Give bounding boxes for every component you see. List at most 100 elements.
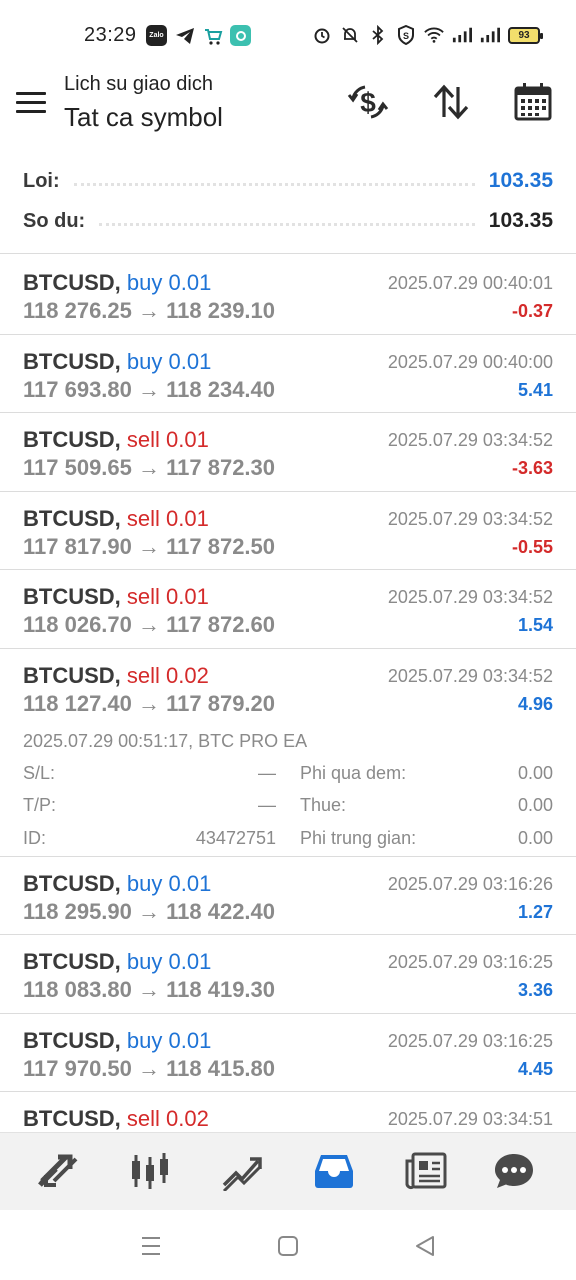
deal-time: 2025.07.29 03:34:52 xyxy=(387,665,553,686)
status-bar: 23:29 Zalo S 93 xyxy=(0,0,576,72)
deal-list: BTCUSD, buy 0.01 2025.07.29 00:40:01 118… xyxy=(0,256,576,1132)
bluetooth-icon xyxy=(368,24,388,46)
symbol-text: BTCUSD, xyxy=(23,270,121,295)
calendar-button[interactable] xyxy=(511,80,555,124)
nav-messages[interactable] xyxy=(490,1149,538,1193)
deal-row[interactable]: BTCUSD, buy 0.01 2025.07.29 03:16:26 118… xyxy=(0,857,576,935)
deal-time: 2025.07.29 03:34:52 xyxy=(387,587,553,607)
telegram-icon xyxy=(174,25,195,46)
balance-row: So du: 103.35 xyxy=(23,206,553,236)
symbol-text: BTCUSD, xyxy=(23,1027,121,1053)
menu-icon-bar xyxy=(16,101,46,104)
deal-direction: sell 0.01 xyxy=(126,584,209,609)
symbol-text: BTCUSD, xyxy=(23,870,121,896)
symbol-text: BTCUSD, xyxy=(23,949,121,974)
deal-row[interactable]: BTCUSD, buy 0.01 2025.07.29 03:16:25 118… xyxy=(0,935,576,1014)
deal-prices: 118 083.80 → 118 419.30 xyxy=(23,977,276,1002)
deal-symbol: BTCUSD, buy 0.01 xyxy=(23,270,211,296)
commission-label: Phi trung gian: xyxy=(300,827,417,848)
svg-text:$: $ xyxy=(360,87,376,118)
deal-symbol: BTCUSD, sell 0.01 xyxy=(23,584,209,610)
balance-label: So du: xyxy=(23,209,86,232)
back-icon xyxy=(416,1236,434,1256)
home-button[interactable] xyxy=(273,1232,303,1260)
recents-button[interactable] xyxy=(136,1232,166,1260)
nav-trade[interactable] xyxy=(218,1149,266,1193)
symbol-selector[interactable]: Tat ca symbol xyxy=(64,102,223,133)
deal-profit: 5.41 xyxy=(517,379,553,400)
menu-icon-bar xyxy=(16,92,46,95)
deal-direction: sell 0.01 xyxy=(126,505,209,531)
deal-symbol: BTCUSD, sell 0.02 xyxy=(23,1106,209,1132)
deal-prices: 117 509.65 → 117 872.30 xyxy=(23,455,276,480)
deal-profit: 4.96 xyxy=(517,693,553,714)
deal-time: 2025.07.29 03:16:25 xyxy=(387,952,553,972)
deal-row[interactable]: BTCUSD, sell 0.01 2025.07.29 03:34:52 11… xyxy=(0,492,576,570)
id-label: ID: xyxy=(23,827,47,848)
status-system-icons: S 93 xyxy=(312,24,543,46)
tax-value: 0.00 xyxy=(517,795,553,815)
deal-time: 2025.07.29 03:16:26 xyxy=(387,873,553,894)
news-icon xyxy=(405,1152,447,1190)
nav-news[interactable] xyxy=(402,1149,450,1193)
deal-row[interactable]: BTCUSD, buy 0.01 2025.07.29 03:16:25 117… xyxy=(0,1014,576,1092)
deal-direction: sell 0.01 xyxy=(126,427,209,452)
vpn-shield-icon: S xyxy=(396,24,416,46)
deal-profit: -3.63 xyxy=(511,458,553,478)
sort-button[interactable] xyxy=(429,80,473,124)
deal-open-info: 2025.07.29 00:51:17, BTC PRO EA xyxy=(23,730,308,751)
deal-row[interactable]: BTCUSD, buy 0.01 2025.07.29 00:40:00 117… xyxy=(0,335,576,413)
deal-direction: buy 0.01 xyxy=(126,348,212,374)
currency-exchange-button[interactable]: $ xyxy=(346,80,390,124)
wifi-icon xyxy=(424,24,444,46)
nav-quotes[interactable] xyxy=(34,1149,82,1193)
nav-history[interactable] xyxy=(310,1149,358,1193)
currency-exchange-icon: $ xyxy=(347,85,389,119)
deal-time: 2025.07.29 03:34:52 xyxy=(387,508,553,529)
signal-icon xyxy=(452,24,472,46)
alarm-icon xyxy=(312,24,332,46)
menu-button[interactable] xyxy=(16,92,48,120)
account-summary: Loi: 103.35 So du: 103.35 xyxy=(0,160,576,254)
deal-symbol: BTCUSD, sell 0.01 xyxy=(23,506,209,532)
deal-direction: buy 0.01 xyxy=(126,949,212,974)
deal-direction: sell 0.02 xyxy=(126,662,209,688)
deal-time: 2025.07.29 03:16:25 xyxy=(387,1030,553,1051)
symbol-text: BTCUSD, xyxy=(23,584,121,609)
status-time: 23:29 xyxy=(84,24,137,46)
home-icon xyxy=(278,1236,298,1256)
deal-symbol: BTCUSD, buy 0.01 xyxy=(23,1028,211,1054)
deal-detail-grid: S/L: — Phi qua dem: 0.00 T/P: — Thue: 0.… xyxy=(23,763,553,861)
menu-icon-bar xyxy=(16,110,46,113)
page-subtitle: Lich su giao dich xyxy=(64,73,213,95)
deal-prices: 118 026.70 → 117 872.60 xyxy=(23,612,276,637)
deal-row[interactable]: BTCUSD, sell 0.01 2025.07.29 03:34:52 11… xyxy=(0,413,576,492)
deal-prices: 117 693.80 → 118 234.40 xyxy=(23,376,276,402)
deal-row[interactable]: BTCUSD, sell 0.02 2025.07.29 03:34:51 xyxy=(0,1092,576,1132)
deal-direction: sell 0.02 xyxy=(126,1106,209,1131)
id-value: 43472751 xyxy=(195,827,276,848)
deal-prices: 118 127.40 → 117 879.20 xyxy=(23,690,276,716)
zalo-icon: Zalo xyxy=(146,25,167,46)
deal-time: 2025.07.29 00:40:01 xyxy=(387,273,553,293)
shop-icon xyxy=(202,25,223,46)
deal-prices: 117 970.50 → 118 415.80 xyxy=(23,1055,276,1081)
deal-row-expanded[interactable]: BTCUSD, sell 0.02 2025.07.29 03:34:52 11… xyxy=(0,649,576,857)
deal-row[interactable]: BTCUSD, sell 0.01 2025.07.29 03:34:52 11… xyxy=(0,570,576,649)
profit-row: Loi: 103.35 xyxy=(23,166,553,196)
symbol-text: BTCUSD, xyxy=(23,427,121,452)
back-button[interactable] xyxy=(410,1232,440,1260)
sl-label: S/L: xyxy=(23,762,56,783)
detail-line: T/P: — Thue: 0.00 xyxy=(23,795,553,828)
nav-chart[interactable] xyxy=(126,1149,174,1193)
tp-value: — xyxy=(258,795,276,815)
symbol-text: BTCUSD, xyxy=(23,662,121,688)
deal-profit: -0.55 xyxy=(511,536,553,557)
swap-value: 0.00 xyxy=(517,762,553,783)
sort-icon xyxy=(433,84,469,120)
deal-time: 2025.07.29 03:34:52 xyxy=(387,430,553,450)
deal-direction: buy 0.01 xyxy=(126,1027,212,1053)
symbol-text: BTCUSD, xyxy=(23,1106,121,1131)
chart-icon xyxy=(132,1153,168,1189)
deal-row[interactable]: BTCUSD, buy 0.01 2025.07.29 00:40:01 118… xyxy=(0,256,576,335)
